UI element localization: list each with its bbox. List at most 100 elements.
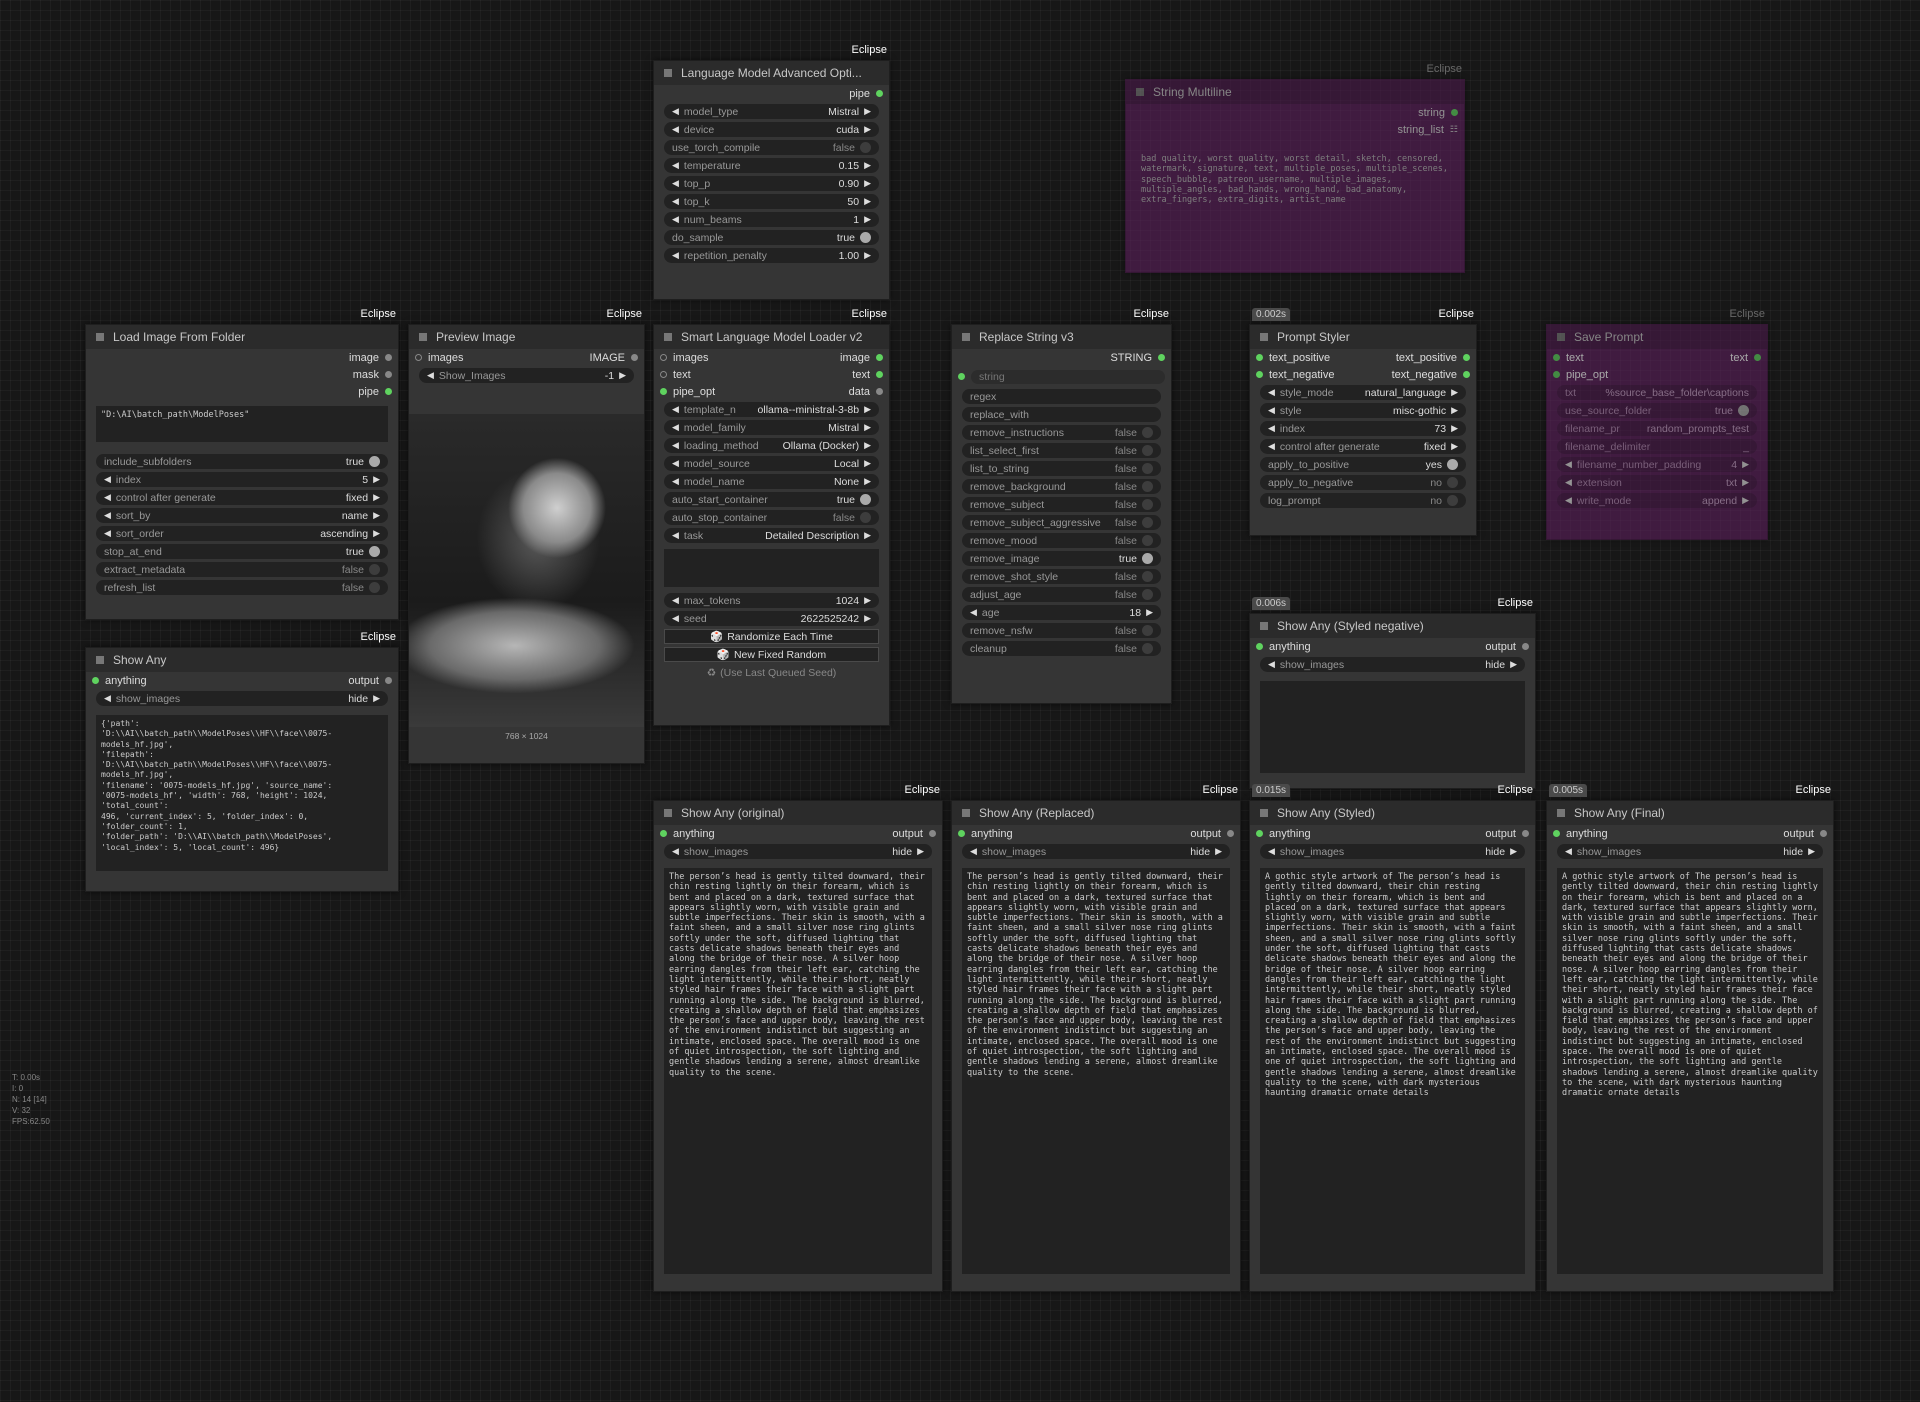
decrement-arrow-icon[interactable]: ◀ (427, 370, 434, 381)
node-show-any-final[interactable]: 0.005s Eclipse Show Any (Final) anything… (1546, 784, 1834, 1292)
output-socket-icon[interactable] (385, 354, 392, 361)
widget-control-after-generate[interactable]: ◀ control after generate fixed ▶ (96, 490, 388, 505)
node-title[interactable]: Save Prompt (1547, 325, 1767, 349)
decrement-arrow-icon[interactable]: ◀ (1565, 477, 1572, 488)
widget-repetition-penalty[interactable]: ◀ repetition_penalty 1.00 ▶ (664, 248, 879, 263)
increment-arrow-icon[interactable]: ▶ (1510, 659, 1517, 670)
increment-arrow-icon[interactable]: ▶ (864, 106, 871, 117)
use-last-queued-seed-button[interactable]: ♻ (Use Last Queued Seed) (664, 665, 879, 680)
collapse-toggle-icon[interactable] (664, 809, 672, 817)
increment-arrow-icon[interactable]: ▶ (864, 160, 871, 171)
widget-sort-order[interactable]: ◀ sort_order ascending ▶ (96, 526, 388, 541)
collapse-toggle-icon[interactable] (1260, 333, 1268, 341)
node-show-any-replaced[interactable]: Eclipse Show Any (Replaced) anything outp… (951, 784, 1241, 1292)
widget-remove-image[interactable]: remove_image true (962, 551, 1161, 566)
decrement-arrow-icon[interactable]: ◀ (672, 476, 679, 487)
widget-remove-shot-style[interactable]: remove_shot_style false (962, 569, 1161, 584)
widget-template-n[interactable]: ◀ template_n ollama--ministral-3-8b ▶ (664, 402, 879, 417)
widget-apply-to-positive[interactable]: apply_to_positive yes (1260, 457, 1466, 472)
collapse-toggle-icon[interactable] (419, 333, 427, 341)
decrement-arrow-icon[interactable]: ◀ (1565, 846, 1572, 857)
increment-arrow-icon[interactable]: ▶ (864, 178, 871, 189)
input-socket-icon[interactable] (660, 354, 667, 361)
output-socket-icon[interactable] (1463, 371, 1470, 378)
toggle-knob-icon[interactable] (1447, 459, 1458, 470)
node-title[interactable]: Show Any (Replaced) (952, 801, 1240, 825)
decrement-arrow-icon[interactable]: ◀ (104, 510, 111, 521)
widget-remove-mood[interactable]: remove_mood false (962, 533, 1161, 548)
widget-show-images[interactable]: ◀ show_images hide ▶ (1260, 657, 1525, 672)
widget-show-images[interactable]: ◀ show_images hide ▶ (962, 844, 1230, 859)
increment-arrow-icon[interactable]: ▶ (1742, 459, 1749, 470)
input-socket-icon[interactable] (1256, 830, 1263, 837)
decrement-arrow-icon[interactable]: ◀ (672, 530, 679, 541)
widget-adjust-age[interactable]: adjust_age false (962, 587, 1161, 602)
widget-use-torch-compile[interactable]: use_torch_compile false (664, 140, 879, 155)
widget-loading-method[interactable]: ◀ loading_method Ollama (Docker) ▶ (664, 438, 879, 453)
increment-arrow-icon[interactable]: ▶ (1742, 477, 1749, 488)
widget-extension[interactable]: ◀ extension txt ▶ (1557, 475, 1757, 490)
decrement-arrow-icon[interactable]: ◀ (1565, 459, 1572, 470)
decrement-arrow-icon[interactable]: ◀ (672, 178, 679, 189)
toggle-knob-icon[interactable] (1142, 499, 1153, 510)
widget-control-after-generate[interactable]: ◀ control after generate fixed ▶ (1260, 439, 1466, 454)
widget-top-p[interactable]: ◀ top_p 0.90 ▶ (664, 176, 879, 191)
toggle-knob-icon[interactable] (1142, 571, 1153, 582)
output-text-area[interactable] (1260, 681, 1525, 773)
node-preview-image[interactable]: Eclipse Preview Image images IMAGE ◀ Show_… (408, 308, 645, 764)
toggle-knob-icon[interactable] (369, 582, 380, 593)
increment-arrow-icon[interactable]: ▶ (1215, 846, 1222, 857)
decrement-arrow-icon[interactable]: ◀ (1268, 387, 1275, 398)
output-text-area[interactable]: A gothic style artwork of The person’s h… (1557, 868, 1823, 1274)
collapse-toggle-icon[interactable] (664, 69, 672, 77)
output-socket-icon[interactable] (1463, 354, 1470, 361)
toggle-knob-icon[interactable] (1142, 553, 1153, 564)
widget-remove-background[interactable]: remove_background false (962, 479, 1161, 494)
decrement-arrow-icon[interactable]: ◀ (970, 846, 977, 857)
toggle-knob-icon[interactable] (860, 512, 871, 523)
node-title[interactable]: Preview Image (409, 325, 644, 349)
input-socket-icon[interactable] (1553, 371, 1560, 378)
node-prompt-styler[interactable]: 0.002s Eclipse Prompt Styler text_positi… (1249, 308, 1477, 536)
collapse-toggle-icon[interactable] (962, 809, 970, 817)
new-fixed-random-button[interactable]: 🎲 New Fixed Random (664, 647, 879, 662)
increment-arrow-icon[interactable]: ▶ (864, 250, 871, 261)
toggle-knob-icon[interactable] (1142, 535, 1153, 546)
toggle-knob-icon[interactable] (1142, 427, 1153, 438)
decrement-arrow-icon[interactable]: ◀ (672, 196, 679, 207)
node-title[interactable]: Show Any (original) (654, 801, 942, 825)
widget-regex[interactable]: regex (962, 389, 1161, 404)
widget-task[interactable]: ◀ task Detailed Description ▶ (664, 528, 879, 543)
widget-seed[interactable]: ◀ seed 2622525242 ▶ (664, 611, 879, 626)
widget-write-mode[interactable]: ◀ write_mode append ▶ (1557, 493, 1757, 508)
node-show-any-styled-negative[interactable]: 0.006s Eclipse Show Any (Styled negative… (1249, 597, 1536, 789)
multiline-text-input[interactable]: bad quality, worst quality, worst detail… (1136, 150, 1454, 280)
widget-age[interactable]: ◀ age 18 ▶ (962, 605, 1161, 620)
increment-arrow-icon[interactable]: ▶ (619, 370, 626, 381)
increment-arrow-icon[interactable]: ▶ (373, 693, 380, 704)
node-smart-language-model-loader[interactable]: Eclipse Smart Language Model Loader v2 i… (653, 308, 890, 726)
decrement-arrow-icon[interactable]: ◀ (672, 422, 679, 433)
increment-arrow-icon[interactable]: ▶ (864, 440, 871, 451)
output-text-area[interactable]: The person’s head is gently tilted downw… (962, 868, 1230, 1274)
increment-arrow-icon[interactable]: ▶ (864, 124, 871, 135)
output-socket-icon[interactable] (1158, 354, 1165, 361)
collapse-toggle-icon[interactable] (664, 333, 672, 341)
input-socket-icon[interactable] (92, 677, 99, 684)
increment-arrow-icon[interactable]: ▶ (1451, 441, 1458, 452)
widget-auto-start-container[interactable]: auto_start_container true (664, 492, 879, 507)
node-language-model-advanced-options[interactable]: Eclipse Language Model Advanced Opti... … (653, 44, 890, 300)
widget-remove-instructions[interactable]: remove_instructions false (962, 425, 1161, 440)
decrement-arrow-icon[interactable]: ◀ (672, 404, 679, 415)
collapse-toggle-icon[interactable] (1557, 333, 1565, 341)
widget-filename-delimiter[interactable]: filename_delimiter _ (1557, 439, 1757, 454)
output-socket-icon[interactable] (1820, 830, 1827, 837)
toggle-knob-icon[interactable] (1447, 477, 1458, 488)
widget-sort-by[interactable]: ◀ sort_by name ▶ (96, 508, 388, 523)
collapse-toggle-icon[interactable] (962, 333, 970, 341)
input-socket-icon[interactable] (958, 373, 965, 380)
widget-extract-metadata[interactable]: extract_metadata false (96, 562, 388, 577)
toggle-knob-icon[interactable] (1142, 643, 1153, 654)
increment-arrow-icon[interactable]: ▶ (373, 474, 380, 485)
widget-model-type[interactable]: ◀ model_type Mistral ▶ (664, 104, 879, 119)
